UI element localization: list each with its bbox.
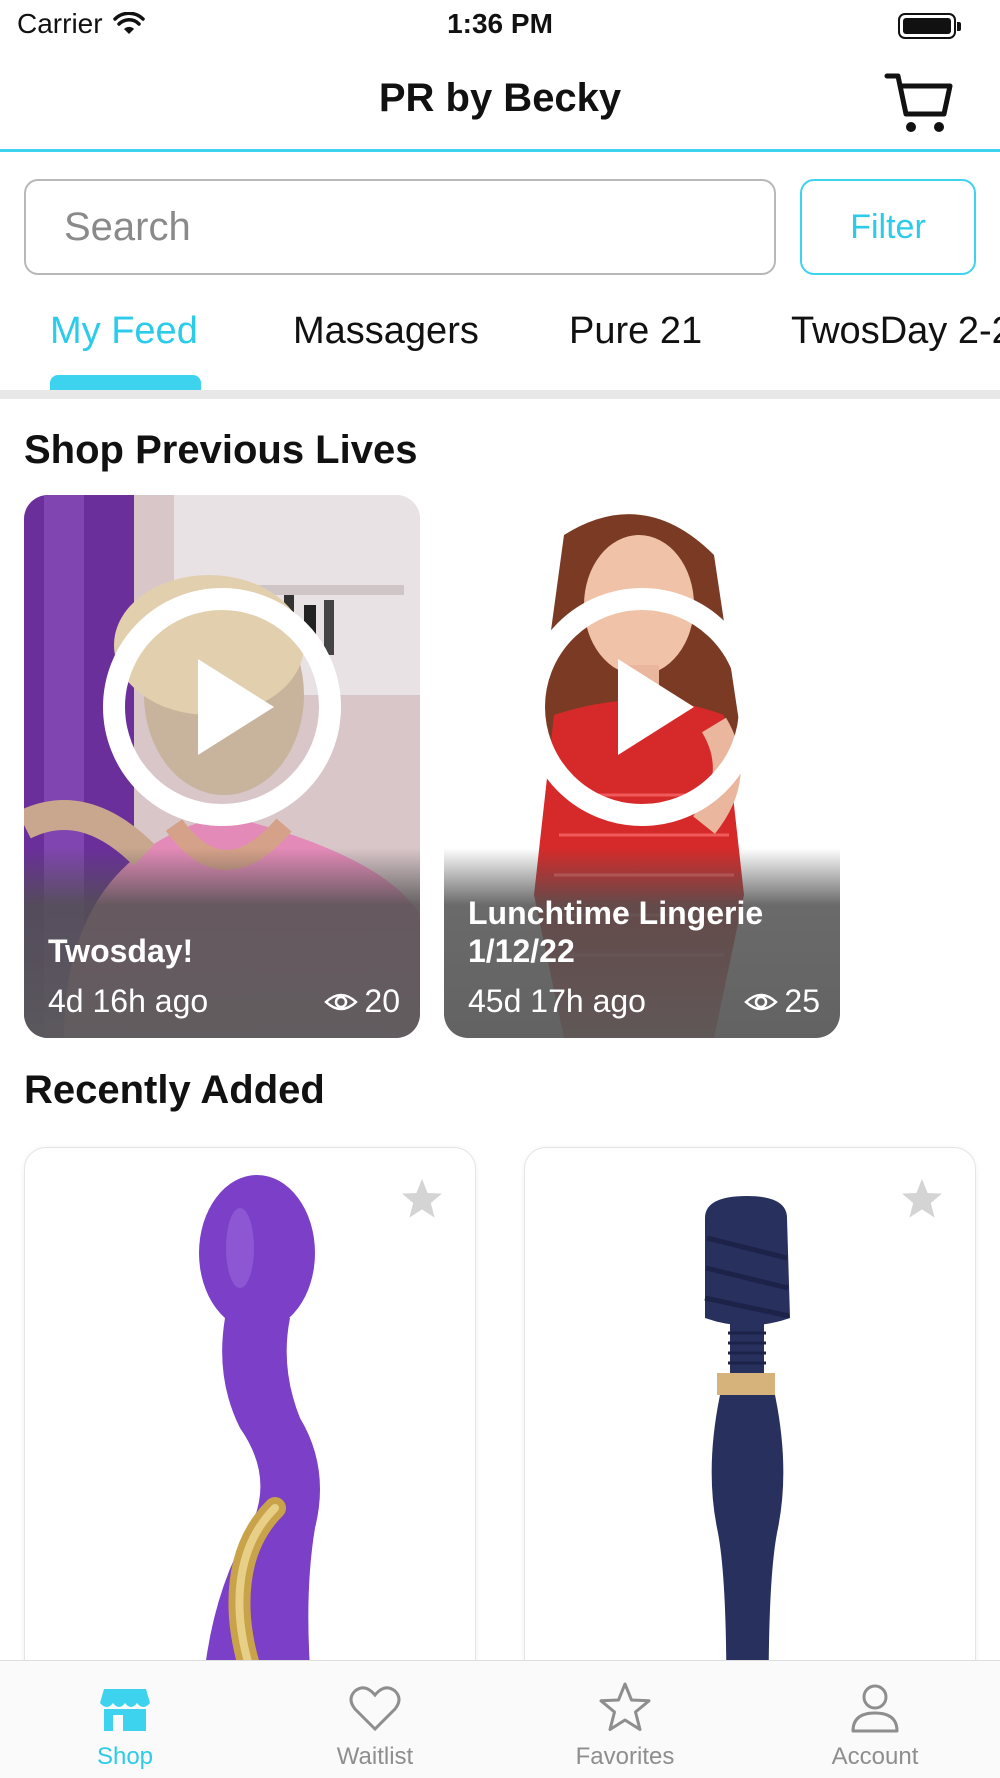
live-title: Twosday! xyxy=(48,933,194,969)
tab-bar-label: Account xyxy=(831,1743,919,1770)
battery-icon xyxy=(898,13,961,39)
tab-bar-label: Shop xyxy=(96,1743,154,1770)
live-views: 20 xyxy=(324,983,400,1020)
view-count: 25 xyxy=(784,983,820,1019)
previous-lives-title: Shop Previous Lives xyxy=(24,428,418,472)
tab-bar-label: Favorites xyxy=(575,1743,675,1770)
category-tabs: My Feed Massagers Pure 21 TwosDay 2-2 xyxy=(0,300,1000,392)
live-card-lunchtime-lingerie[interactable]: Lunchtime Lingerie 1/12/22 45d 17h ago 2… xyxy=(444,495,840,1038)
live-title: Lunchtime Lingerie 1/12/22 xyxy=(468,895,764,969)
tabs-divider xyxy=(0,390,1000,399)
status-bar: Carrier 1:36 PM xyxy=(0,0,1000,52)
favorite-star-icon[interactable] xyxy=(399,1176,445,1222)
play-icon[interactable] xyxy=(102,587,342,827)
tab-twosday[interactable]: TwosDay 2-2 xyxy=(791,310,1000,353)
account-icon xyxy=(851,1684,899,1733)
live-views: 25 xyxy=(744,983,820,1020)
bottom-tab-bar: Shop Waitlist Favorites Account xyxy=(0,1660,1000,1778)
heart-icon xyxy=(349,1686,401,1732)
play-icon[interactable] xyxy=(522,587,762,827)
cart-icon xyxy=(884,73,953,132)
live-age: 45d 17h ago xyxy=(468,983,646,1019)
favorite-star-icon[interactable] xyxy=(899,1176,945,1222)
search-input[interactable] xyxy=(24,179,776,275)
filter-button[interactable]: Filter xyxy=(800,179,976,275)
tab-bar-shop[interactable]: Shop xyxy=(0,1661,250,1778)
live-age: 4d 16h ago xyxy=(48,983,209,1019)
view-count: 20 xyxy=(364,983,400,1019)
status-time: 1:36 PM xyxy=(447,8,553,39)
tab-bar-waitlist[interactable]: Waitlist xyxy=(250,1661,500,1778)
live-card-twosday[interactable]: Twosday! 4d 16h ago 20 xyxy=(24,495,420,1038)
eye-icon xyxy=(324,993,359,1010)
tab-bar-label: Waitlist xyxy=(336,1743,414,1770)
star-icon xyxy=(599,1682,651,1731)
tab-bar-favorites[interactable]: Favorites xyxy=(500,1661,750,1778)
cart-button[interactable] xyxy=(884,70,954,136)
tab-bar-account[interactable]: Account xyxy=(750,1661,1000,1778)
page-title: PR by Becky xyxy=(378,76,622,120)
active-tab-indicator xyxy=(50,375,201,391)
tab-massagers[interactable]: Massagers xyxy=(293,310,479,353)
tab-my-feed[interactable]: My Feed xyxy=(50,310,198,353)
recently-added-title: Recently Added xyxy=(24,1068,325,1112)
shop-icon xyxy=(100,1689,150,1731)
tab-pure-21[interactable]: Pure 21 xyxy=(569,310,702,353)
eye-icon xyxy=(744,993,779,1010)
nav-bar: PR by Becky xyxy=(0,52,1000,152)
